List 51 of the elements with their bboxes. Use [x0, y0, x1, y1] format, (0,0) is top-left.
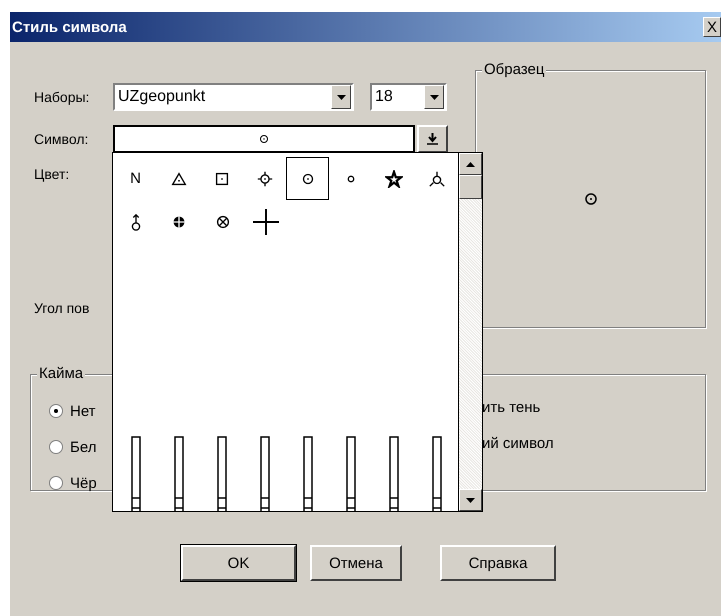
field-label: Цвет: [34, 166, 70, 184]
bar-symbol-icon [260, 436, 270, 511]
dialog-button[interactable]: OK [181, 545, 296, 581]
scroll-thumb[interactable] [459, 175, 482, 199]
symbol-list[interactable]: N [112, 152, 483, 512]
down-arrow-icon [466, 498, 475, 502]
plus-icon [253, 208, 280, 234]
bar-symbol-icon [302, 436, 312, 511]
bar-symbol-icon [216, 436, 226, 511]
symbol-letter: N [130, 170, 141, 187]
scroll-up-button[interactable] [459, 153, 482, 175]
radio-label: Нет [70, 402, 96, 420]
bar-symbol-icon [130, 436, 140, 511]
symbol-cell[interactable] [286, 157, 329, 200]
dropdown-button[interactable] [417, 125, 448, 153]
dropdown-button[interactable] [424, 85, 444, 109]
symbol-cell[interactable]: N [114, 157, 157, 200]
radio-label: Бел [70, 438, 96, 456]
crosshair-icon [256, 170, 274, 188]
group-title: Образец [482, 61, 546, 78]
star-icon [384, 170, 402, 188]
caret-icon [430, 94, 438, 100]
dialog-button[interactable]: Отмена [310, 545, 402, 581]
scrollbar[interactable] [458, 153, 482, 511]
checkbox-label: ий символ [482, 435, 555, 454]
size-combo[interactable]: 18 [370, 83, 447, 111]
radio-label: Чёр [70, 474, 97, 492]
set-combo[interactable]: UZgeopunkt [113, 83, 354, 111]
tripod-icon [428, 170, 446, 188]
field-label: Угол пов [34, 300, 90, 318]
up-arrow-icon [466, 162, 475, 166]
scroll-down-button[interactable] [459, 489, 482, 511]
checkbox-label: ить тень [482, 399, 542, 418]
caret-icon [336, 94, 346, 100]
radio-button[interactable] [49, 440, 63, 454]
bar-symbol-icon [346, 436, 356, 511]
field-label: Наборы: [34, 89, 90, 105]
circle-dot-icon [257, 132, 271, 146]
radio-button[interactable] [49, 476, 63, 490]
dialog-button[interactable]: Справка [440, 545, 556, 581]
bar-symbol-icon [432, 436, 442, 511]
close-button[interactable]: X [703, 17, 721, 37]
bar-symbol-icon [174, 436, 184, 511]
symbol-field[interactable] [113, 125, 415, 153]
field-label: Символ: [34, 131, 90, 147]
download-arrow-icon [427, 133, 438, 145]
dropdown-button[interactable] [331, 85, 351, 109]
triangle-icon [170, 170, 188, 188]
radio-button[interactable] [49, 404, 63, 418]
window-title: Стиль символа [12, 18, 127, 36]
bar-symbol-icon [388, 436, 398, 511]
